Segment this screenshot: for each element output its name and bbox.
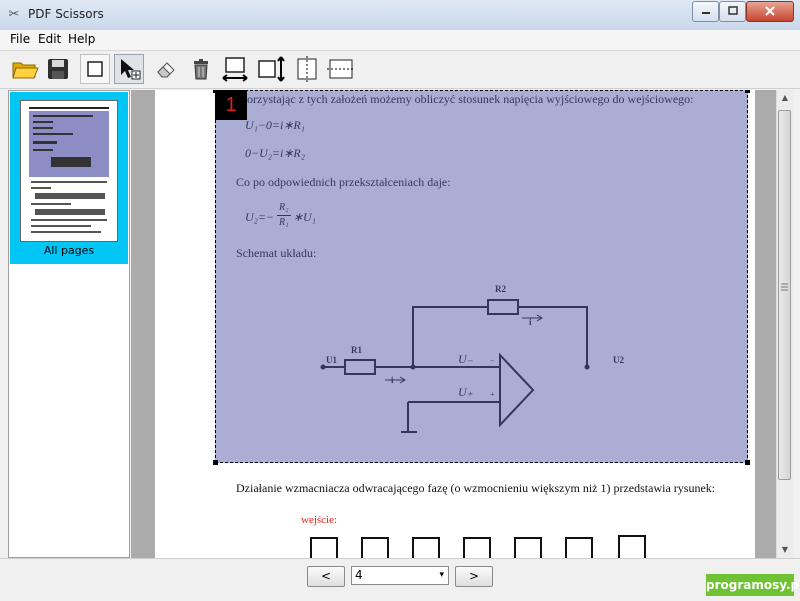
page-select[interactable]: 4 ▾ [351,566,449,585]
thumbnail-label: All pages [43,244,95,257]
app-window: ✂ PDF Scissors File Edit Help All pages … [0,0,800,601]
maximize-button[interactable] [719,1,746,22]
equal-height-icon [258,56,285,82]
new-selection-button[interactable] [80,54,110,84]
split-vertical-icon [297,56,317,82]
thumbnail-preview [29,107,109,233]
minimize-button[interactable] [692,1,719,22]
window-title: PDF Scissors [28,7,104,21]
selection-handle-top-right[interactable] [745,90,750,93]
selection-handle-bottom-left[interactable] [213,460,218,465]
menu-file[interactable]: File [10,32,30,46]
split-horizontal-button[interactable] [326,54,356,84]
menu-help[interactable]: Help [68,32,95,46]
navigation-bar: < 4 ▾ > [0,558,800,601]
menu-edit[interactable]: Edit [38,32,61,46]
next-page-button[interactable]: > [455,566,493,587]
equal-height-button[interactable] [256,54,286,84]
save-button[interactable] [43,54,73,84]
maximize-icon [727,6,738,15]
open-folder-icon [12,62,39,79]
grip-icon [781,283,788,291]
split-vertical-button[interactable] [292,54,322,84]
chevron-down-icon: ▾ [439,570,444,580]
input-label: wejście: [301,514,338,526]
equal-width-icon [222,57,248,82]
selection-handle-bottom-right[interactable] [745,460,750,465]
open-button[interactable] [10,54,40,84]
watermark-logo: programosy.pl [706,574,800,596]
eraser-button[interactable] [151,54,181,84]
input-waveform [310,535,646,558]
toolbar [0,51,800,89]
equal-width-button[interactable] [220,54,250,84]
delete-button[interactable] [186,54,216,84]
title-bar: ✂ PDF Scissors [0,0,800,31]
doc-line-4: Działanie wzmacniacza odwracającego fazę… [236,481,716,495]
menu-bar: File Edit Help [0,30,800,51]
vertical-scrollbar[interactable]: ▲ ▼ [776,90,793,558]
delete-icon [194,59,208,80]
select-pointer-icon [121,59,141,80]
select-tool-button[interactable] [114,54,144,84]
save-icon [48,59,68,79]
previous-page-button[interactable]: < [307,566,345,587]
pdf-page: orzystając z tych założeń możemy obliczy… [155,90,755,558]
selection-number: 1 [215,90,247,120]
page-select-value: 4 [355,568,363,582]
minimize-icon [701,12,710,14]
thumbnail-item-all-pages[interactable]: All pages [10,92,128,264]
split-horizontal-icon [327,59,355,79]
close-icon [765,6,775,16]
document-view[interactable]: orzystając z tych założeń możemy obliczy… [131,90,776,558]
eraser-icon [157,62,175,78]
scroll-thumb[interactable] [778,110,791,480]
crop-selection[interactable] [215,90,748,463]
new-selection-icon [87,61,103,77]
close-button[interactable] [746,1,794,22]
scissors-icon: ✂ [8,7,20,22]
scroll-down-icon[interactable]: ▼ [777,542,793,558]
page-thumbnail [20,100,118,242]
thumbnail-panel: All pages [8,90,130,558]
scroll-up-icon[interactable]: ▲ [777,90,793,106]
